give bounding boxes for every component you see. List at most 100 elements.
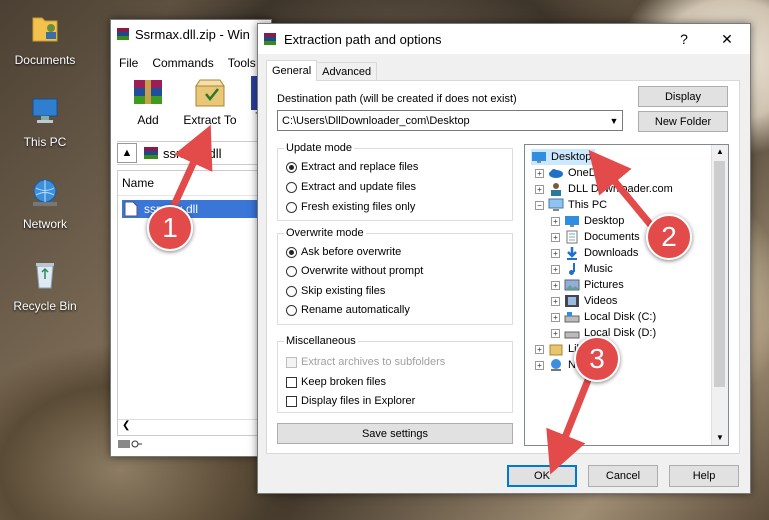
tree-item-this-pc[interactable]: − This PC	[535, 197, 607, 213]
file-row[interactable]: ssrmax.dll	[122, 200, 266, 218]
expand-icon[interactable]: +	[551, 248, 560, 258]
radio-overwrite-without-prompt[interactable]: Overwrite without prompt	[286, 263, 423, 279]
expand-icon[interactable]: +	[535, 184, 544, 194]
close-button[interactable]: ✕	[704, 31, 750, 48]
tree-item-dll-downloader[interactable]: + DLL Downloader.com	[535, 181, 673, 197]
tree-item-onedrive[interactable]: + OneDrive	[535, 165, 614, 181]
expand-icon[interactable]: +	[551, 296, 560, 306]
desktop-icon-network[interactable]: Network	[5, 176, 85, 231]
expand-icon[interactable]: +	[551, 232, 560, 242]
extract-to-button[interactable]: Extract To	[177, 76, 243, 127]
scrollbar-thumb[interactable]	[714, 161, 725, 387]
tree-vertical-scrollbar[interactable]: ▲ ▼	[711, 145, 728, 445]
tree-item-label: Desktop	[584, 215, 625, 227]
add-archive-icon	[134, 80, 162, 104]
option-label: Fresh existing files only	[301, 201, 416, 213]
tree-item-label: DLL Downloader.com	[568, 183, 673, 195]
desktop-icon-label: Recycle Bin	[13, 299, 77, 313]
radio-fresh-existing[interactable]: Fresh existing files only	[286, 199, 415, 215]
expand-icon[interactable]: +	[551, 328, 560, 338]
extract-to-label: Extract To	[183, 113, 237, 127]
dll-file-icon	[124, 201, 138, 217]
radio-ask-before-overwrite[interactable]: Ask before overwrite	[286, 244, 401, 260]
destination-path-label: Destination path (will be created if doe…	[277, 93, 517, 105]
tree-item-documents[interactable]: + Documents	[551, 229, 640, 245]
network-globe-icon	[33, 179, 57, 206]
file-list: Name ssrmax.dll ❮	[117, 170, 267, 436]
expand-icon[interactable]: +	[551, 216, 560, 226]
menu-commands[interactable]: Commands	[152, 56, 213, 70]
radio-extract-update[interactable]: Extract and update files	[286, 179, 416, 195]
collapse-icon[interactable]: −	[535, 200, 544, 210]
drive-icon	[564, 331, 580, 339]
tab-general[interactable]: General	[266, 60, 318, 81]
menu-file[interactable]: File	[119, 56, 138, 70]
checkbox-keep-broken-files[interactable]: Keep broken files	[286, 374, 386, 390]
radio-skip-existing[interactable]: Skip existing files	[286, 283, 385, 299]
expand-icon[interactable]: +	[535, 344, 544, 354]
expand-icon[interactable]: +	[535, 168, 544, 178]
radio-extract-replace[interactable]: Extract and replace files	[286, 159, 418, 175]
general-tab-panel: Destination path (will be created if doe…	[266, 80, 740, 454]
help-title-button[interactable]: ?	[664, 31, 704, 47]
winrar-title: Ssrmax.dll.zip - Win	[135, 26, 250, 42]
tree-item-music[interactable]: + Music	[551, 261, 613, 277]
dialog-titlebar[interactable]: Extraction path and options ? ✕	[258, 24, 750, 54]
up-folder-button[interactable]: ▲	[117, 143, 137, 163]
scroll-down-icon[interactable]: ▼	[712, 431, 728, 445]
display-button[interactable]: Display	[638, 86, 728, 107]
winrar-address-bar: ▲ ssrmax.dll	[117, 141, 267, 165]
help-button[interactable]: Help	[669, 465, 739, 487]
music-note-icon	[569, 263, 575, 275]
radio-rename-automatically[interactable]: Rename automatically	[286, 302, 410, 318]
user-folder-icon	[551, 183, 561, 196]
overwrite-mode-title: Overwrite mode	[284, 227, 366, 239]
column-header-name[interactable]: Name	[118, 171, 266, 196]
expand-icon[interactable]: +	[551, 280, 560, 290]
radio-icon	[286, 265, 297, 277]
save-settings-button[interactable]: Save settings	[277, 423, 513, 444]
tab-advanced[interactable]: Advanced	[317, 62, 378, 81]
desktop-icon-recycle-bin[interactable]: Recycle Bin	[5, 258, 85, 313]
checkbox-disabled-icon	[286, 356, 297, 368]
radio-icon	[286, 181, 297, 193]
tree-item-desktop[interactable]: + Desktop	[551, 213, 624, 229]
tree-item-downloads[interactable]: + Downloads	[551, 245, 638, 261]
expand-icon[interactable]: +	[551, 312, 560, 322]
expand-icon[interactable]: +	[535, 360, 544, 370]
radio-icon	[286, 304, 297, 316]
option-label: Extract archives to subfolders	[301, 356, 446, 368]
tree-item-label: Documents	[584, 231, 640, 243]
chevron-down-icon[interactable]: ▼	[606, 116, 622, 126]
address-value[interactable]: ssrmax.dll	[163, 146, 222, 161]
menu-tools[interactable]: Tools	[228, 56, 256, 70]
new-folder-button[interactable]: New Folder	[638, 111, 728, 132]
libraries-icon	[549, 344, 563, 356]
option-label: Ask before overwrite	[301, 246, 402, 258]
scroll-up-icon[interactable]: ▲	[712, 145, 728, 159]
destination-path-combobox[interactable]: C:\Users\DllDownloader_com\Desktop ▼	[277, 110, 623, 131]
network-icon	[551, 359, 561, 371]
desktop-icon-this-pc[interactable]: This PC	[5, 94, 85, 149]
add-button[interactable]: Add	[125, 76, 171, 127]
scroll-left-icon[interactable]: ❮	[122, 420, 130, 431]
dialog-tabs: General Advanced	[266, 60, 378, 81]
desktop-icon-label: This PC	[23, 135, 67, 149]
tree-item-pictures[interactable]: + Pictures	[551, 277, 624, 293]
folder-tree: Desktop + OneDrive + DLL Downloader.com …	[524, 144, 729, 446]
expand-icon[interactable]: +	[551, 264, 560, 274]
cancel-button[interactable]: Cancel	[588, 465, 658, 487]
radio-icon	[286, 201, 297, 213]
up-arrow-icon: ▲	[121, 147, 133, 159]
checkbox-display-in-explorer[interactable]: Display files in Explorer	[286, 393, 415, 409]
desktop-icon-documents[interactable]: Documents	[5, 12, 85, 67]
add-label: Add	[137, 113, 159, 127]
tree-item-videos[interactable]: + Videos	[551, 293, 617, 309]
winrar-titlebar[interactable]: Ssrmax.dll.zip - Win	[111, 20, 271, 48]
tree-item-local-disk-c[interactable]: + Local Disk (C:)	[551, 309, 656, 325]
tree-item-desktop-root[interactable]: Desktop	[531, 149, 596, 165]
tree-item-label: Downloads	[584, 247, 639, 259]
update-mode-group: Update mode Extract and replace files Ex…	[277, 142, 513, 221]
ok-button[interactable]: OK	[507, 465, 577, 487]
horizontal-scrollbar[interactable]: ❮	[118, 419, 266, 435]
